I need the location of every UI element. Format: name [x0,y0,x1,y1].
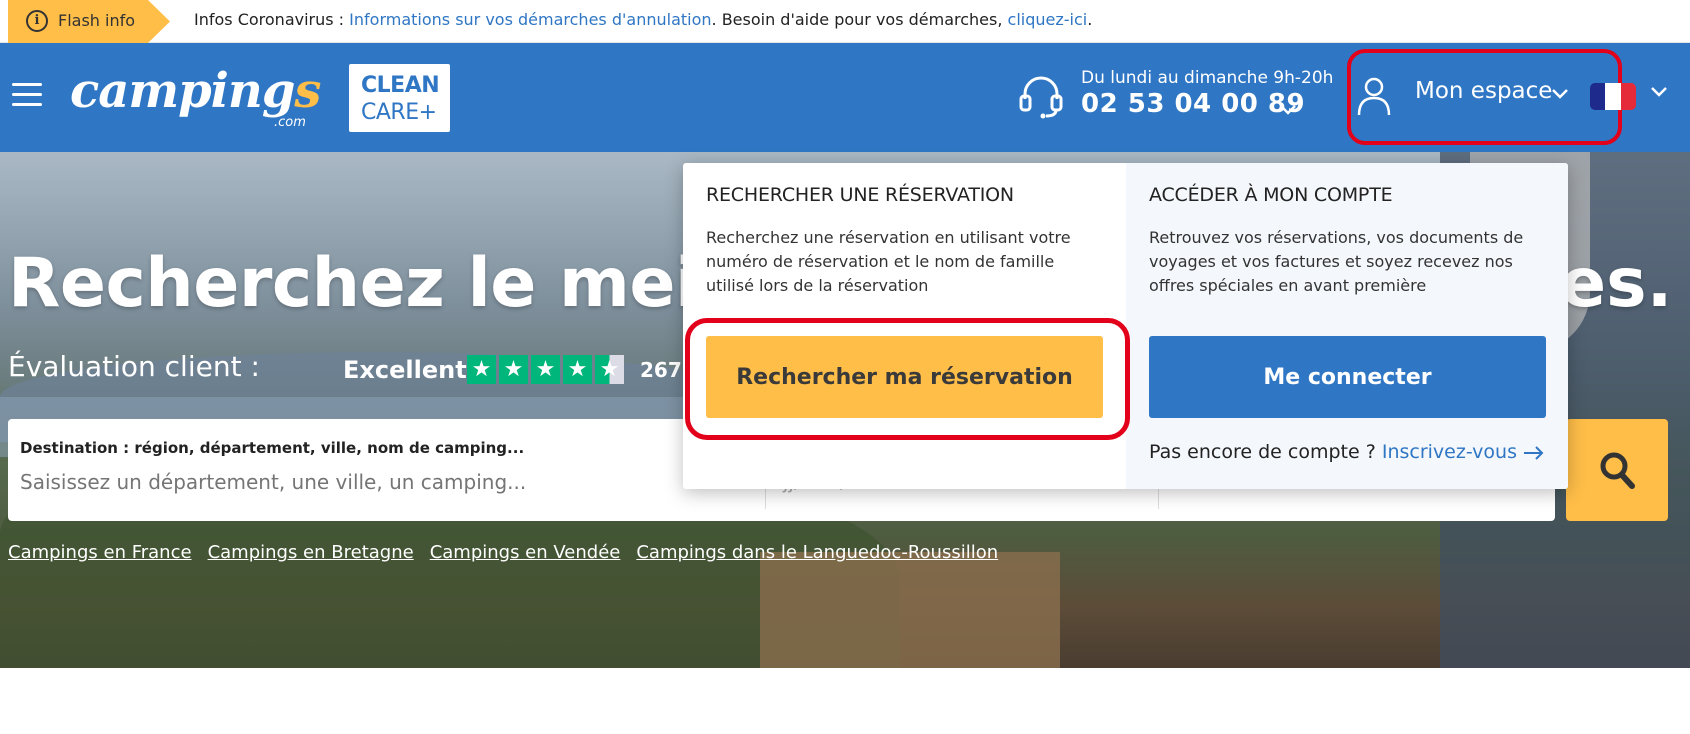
trustpilot-stars[interactable]: ★ ★ ★ ★ ★ [467,355,624,384]
link-campings-languedoc[interactable]: Campings dans le Languedoc-Roussillon [636,542,998,563]
link-campings-france[interactable]: Campings en France [8,542,192,563]
phone-number[interactable]: 02 53 04 00 89 [1081,89,1305,119]
account-text: Retrouvez vos réservations, vos document… [1149,228,1524,295]
flash-message: Infos Coronavirus : Informations sur vos… [194,10,1092,29]
destination-label: Destination : région, département, ville… [20,439,525,457]
search-reservation-text: Recherchez une réservation en utilisant … [706,228,1071,295]
flash-prefix: Infos Coronavirus : [194,10,350,29]
star-icon: ★ [531,355,560,384]
link-campings-vendee[interactable]: Campings en Vendée [430,542,621,563]
clean-care-line1: CLEAN [361,73,440,98]
flash-middle: . Besoin d'aide pour vos démarches, [711,10,1008,29]
chevron-down-icon[interactable] [1550,83,1570,103]
account-menu-button[interactable]: Mon espace [1415,78,1552,104]
destination-input[interactable] [20,465,760,499]
logo-wordmark: campings [70,63,321,119]
account-heading: ACCÉDER À MON COMPTE [1149,184,1393,206]
clean-care-line2: CARE+ [361,100,437,125]
no-account-text: Pas encore de compte ? [1149,441,1382,463]
rating-word: Excellent [343,356,467,384]
customer-rating-label: Évaluation client : [8,350,260,383]
logo-domain: .com [274,115,306,130]
france-flag-icon[interactable] [1590,83,1636,110]
flash-tag-label: Flash info [58,11,136,30]
help-link[interactable]: cliquez-ici [1008,10,1088,29]
chevron-down-icon[interactable] [1278,99,1298,119]
opening-hours: Du lundi au dimanche 9h-20h [1081,68,1334,88]
hamburger-menu-icon[interactable] [12,83,42,107]
user-icon[interactable] [1357,76,1391,116]
flash-info-tag: i Flash info [8,0,170,43]
popular-links: Campings en France Campings en Bretagne … [8,542,998,563]
reservation-highlight-box [685,318,1130,440]
site-header: campings .com CLEAN CARE+ Du lundi au di… [0,43,1690,152]
cancellation-info-link[interactable]: Informations sur vos démarches d'annulat… [349,10,711,29]
flash-info-bar: i Flash info Infos Coronavirus : Informa… [0,0,1690,43]
link-campings-bretagne[interactable]: Campings en Bretagne [208,542,414,563]
login-button[interactable]: Me connecter [1149,336,1546,418]
star-icon: ★ [563,355,592,384]
info-icon: i [26,10,48,32]
headset-icon [1019,76,1063,119]
star-icon: ★ [499,355,528,384]
search-button[interactable] [1566,419,1668,521]
clean-care-badge[interactable]: CLEAN CARE+ [349,64,450,132]
campings-logo[interactable]: campings .com [70,61,322,131]
chevron-down-icon[interactable] [1649,81,1669,101]
search-reservation-heading: RECHERCHER UNE RÉSERVATION [706,184,1014,206]
signup-link[interactable]: Inscrivez-vous [1382,441,1517,463]
hero-title-end: es. [1560,244,1673,323]
arrow-right-icon[interactable] [1523,445,1545,461]
star-half-icon: ★ [595,355,624,384]
no-account-row: Pas encore de compte ? Inscrivez-vous [1149,441,1545,463]
search-icon [1600,452,1635,489]
star-icon: ★ [467,355,496,384]
flash-suffix: . [1087,10,1093,29]
background-deck [760,552,1060,668]
